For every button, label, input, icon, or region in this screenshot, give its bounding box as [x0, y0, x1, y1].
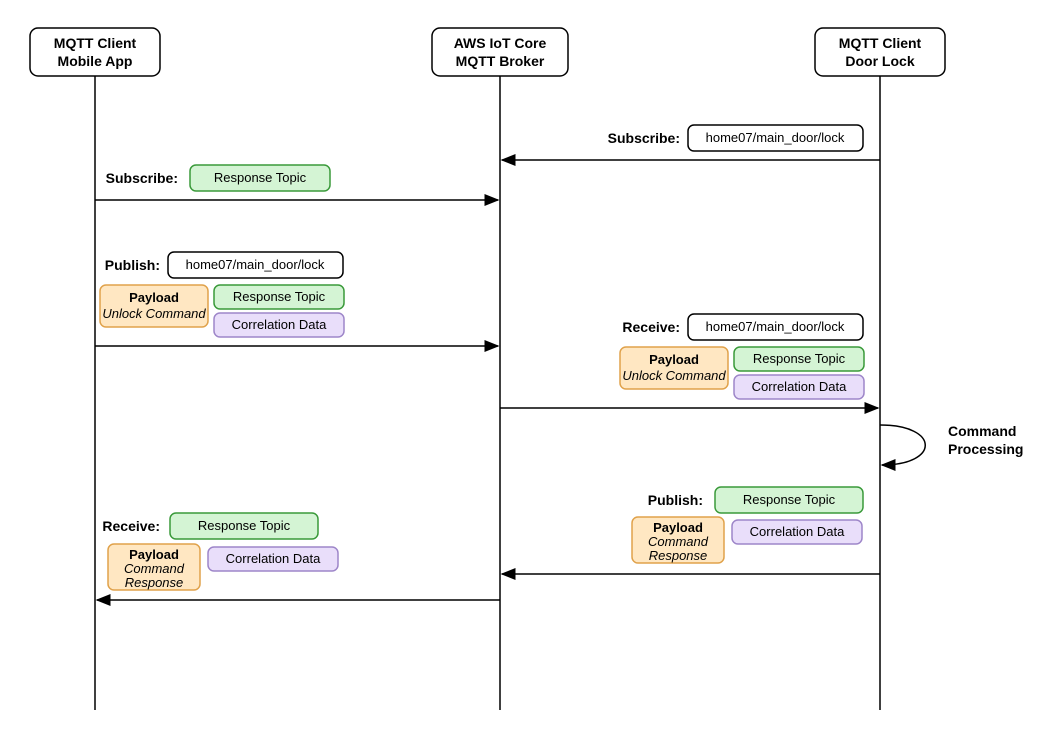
participant-lock-line2: Door Lock: [845, 53, 914, 69]
response-topic-pill-2: Response Topic: [233, 289, 326, 304]
response-topic-pill-5: Response Topic: [198, 518, 291, 533]
label-receive: Receive:: [622, 319, 680, 335]
correlation-pill-2: Correlation Data: [752, 379, 847, 394]
topic-pill-3: home07/main_door/lock: [706, 319, 845, 334]
label-subscribe: Subscribe:: [608, 130, 680, 146]
label-publish-2: Publish:: [648, 492, 703, 508]
participant-broker: AWS IoT Core MQTT Broker: [432, 28, 568, 76]
payload-label: Payload: [129, 290, 179, 305]
command-processing-1: Command: [948, 423, 1016, 439]
label-receive-2: Receive:: [102, 518, 160, 534]
msg-mobile-subscribe: Subscribe: Response Topic: [95, 165, 498, 200]
label-subscribe-2: Subscribe:: [106, 170, 178, 186]
correlation-pill-3: Correlation Data: [750, 524, 845, 539]
msg-command-processing: Command Processing: [880, 423, 1023, 465]
topic-pill-2: home07/main_door/lock: [186, 257, 325, 272]
payload-unlock-2: Unlock Command: [622, 368, 726, 383]
participant-lock: MQTT Client Door Lock: [815, 28, 945, 76]
correlation-pill: Correlation Data: [232, 317, 327, 332]
participant-broker-line2: MQTT Broker: [456, 53, 545, 69]
response-topic-pill-3: Response Topic: [753, 351, 846, 366]
payload-cmdresp-4: Response: [125, 575, 184, 590]
payload-cmdresp-2: Response: [649, 548, 708, 563]
response-topic-pill-4: Response Topic: [743, 492, 836, 507]
msg-mobile-publish: Publish: home07/main_door/lock Payload U…: [95, 252, 498, 346]
msg-mobile-receive: Receive: Response Topic Payload Command …: [97, 513, 500, 600]
response-topic-pill: Response Topic: [214, 170, 307, 185]
payload-cmdresp-1: Command: [648, 534, 709, 549]
participant-lock-line1: MQTT Client: [839, 35, 922, 51]
payload-cmdresp-3: Command: [124, 561, 185, 576]
msg-lock-receive: Receive: home07/main_door/lock Payload U…: [500, 314, 878, 408]
participant-broker-line1: AWS IoT Core: [454, 35, 547, 51]
topic-pill: home07/main_door/lock: [706, 130, 845, 145]
sequence-diagram: MQTT Client Mobile App AWS IoT Core MQTT…: [0, 0, 1048, 732]
label-publish: Publish:: [105, 257, 160, 273]
correlation-pill-4: Correlation Data: [226, 551, 321, 566]
payload-unlock: Unlock Command: [102, 306, 206, 321]
msg-lock-subscribe: Subscribe: home07/main_door/lock: [502, 125, 880, 160]
payload-label-3: Payload: [653, 520, 703, 535]
participant-mobile-line1: MQTT Client: [54, 35, 137, 51]
payload-label-2: Payload: [649, 352, 699, 367]
payload-label-4: Payload: [129, 547, 179, 562]
command-processing-2: Processing: [948, 441, 1023, 457]
msg-lock-publish: Publish: Response Topic Payload Command …: [502, 487, 880, 574]
participant-mobile: MQTT Client Mobile App: [30, 28, 160, 76]
participant-mobile-line2: Mobile App: [58, 53, 133, 69]
